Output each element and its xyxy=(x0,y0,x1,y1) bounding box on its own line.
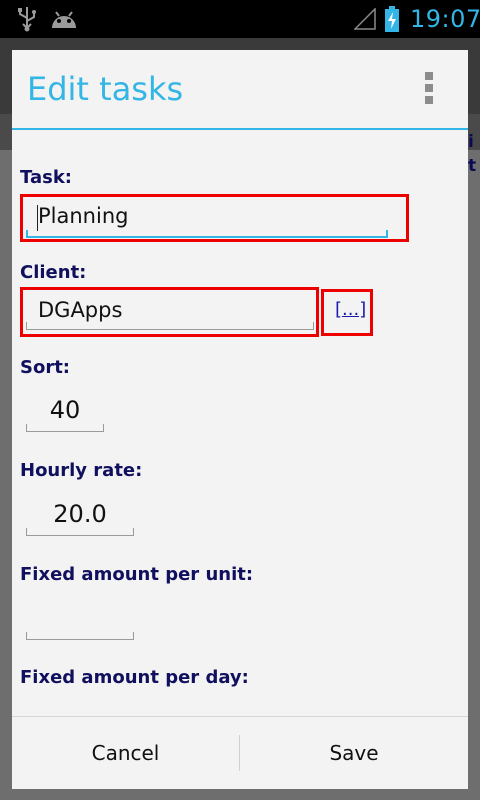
save-button[interactable]: Save xyxy=(240,717,468,789)
hourly-rate-input[interactable]: 20.0 xyxy=(26,496,134,536)
clock: 19:07 xyxy=(410,5,480,33)
usb-icon xyxy=(18,7,36,32)
task-label: Task: xyxy=(20,167,72,188)
dialog-title: Edit tasks xyxy=(27,70,184,108)
cancel-button[interactable]: Cancel xyxy=(12,717,239,789)
fixed-per-day-label: Fixed amount per day: xyxy=(20,667,249,688)
dialog-button-bar: Cancel Save xyxy=(12,716,468,789)
sort-value: 40 xyxy=(49,396,81,424)
fixed-per-unit-input[interactable] xyxy=(26,600,134,640)
android-debug-icon xyxy=(52,11,76,28)
sort-label: Sort: xyxy=(20,357,71,378)
fixed-per-unit-label: Fixed amount per unit: xyxy=(20,564,254,585)
client-label: Client: xyxy=(20,262,87,283)
background-peek-char: i xyxy=(468,132,474,152)
hourly-rate-label: Hourly rate: xyxy=(20,460,143,481)
signal-icon xyxy=(354,8,376,30)
battery-charging-icon xyxy=(385,6,399,32)
browse-highlight-box xyxy=(321,289,373,336)
background-peek-char: t xyxy=(468,156,477,176)
client-highlight-box xyxy=(20,287,319,337)
overflow-menu-icon[interactable] xyxy=(423,72,435,106)
background-peek-text: i t xyxy=(468,130,476,178)
dialog-header: Edit tasks xyxy=(12,50,468,130)
hourly-rate-value: 20.0 xyxy=(53,500,107,528)
status-bar: 19:07 xyxy=(0,0,480,38)
task-highlight-box xyxy=(20,194,409,242)
edit-tasks-dialog: Edit tasks Task: Planning Client: DGApps… xyxy=(12,50,468,789)
sort-input[interactable]: 40 xyxy=(26,392,104,432)
